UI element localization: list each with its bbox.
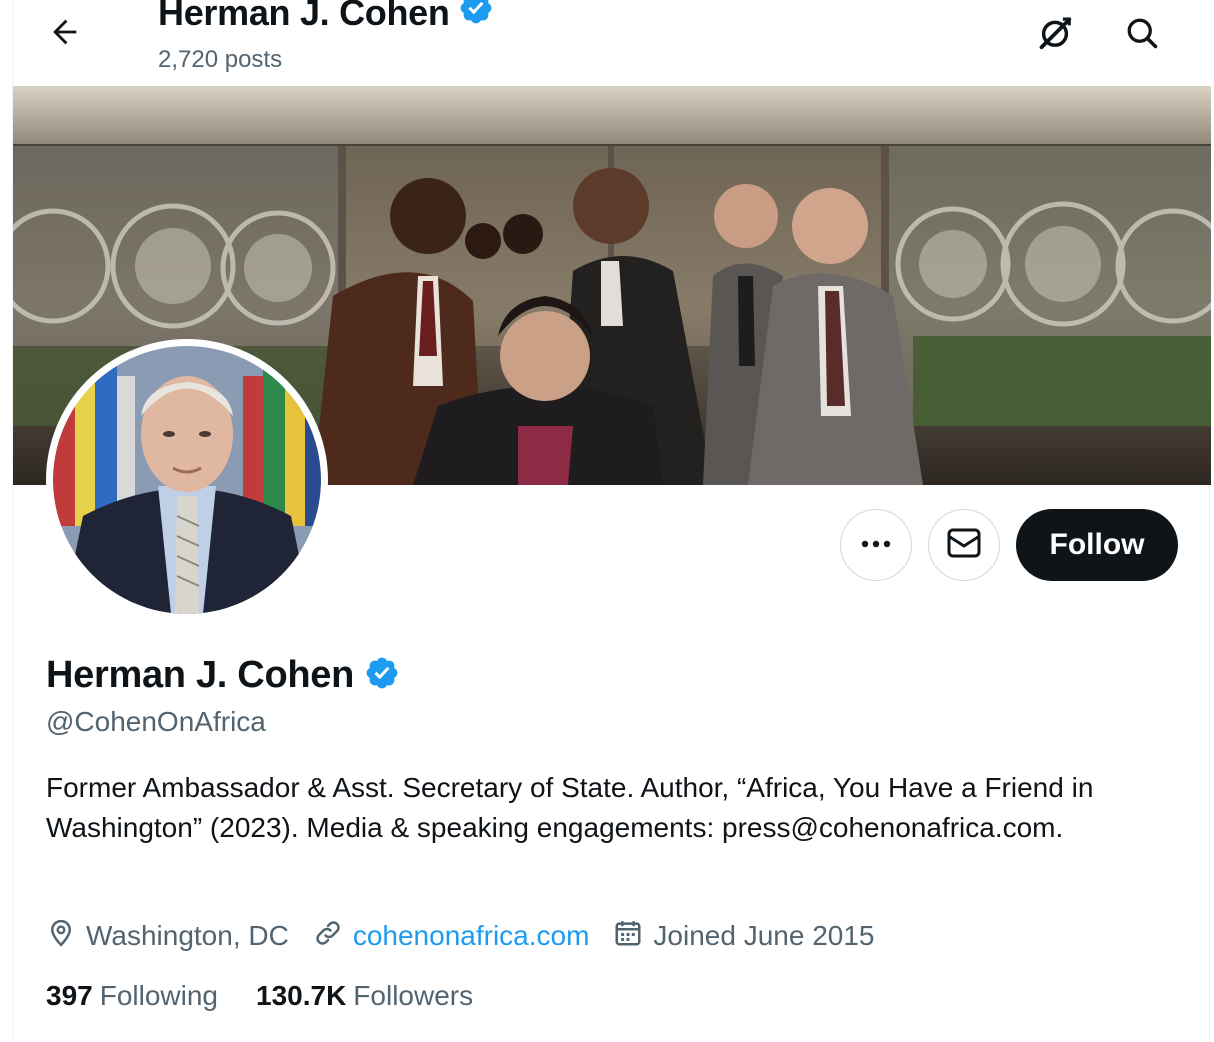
joined-text: Joined June 2015 bbox=[653, 920, 875, 951]
followers-count: 130.7K bbox=[256, 980, 347, 1011]
more-options-button[interactable] bbox=[840, 509, 912, 581]
header-post-count: 2,720 posts bbox=[158, 46, 283, 73]
profile-meta: Washington, DC cohenonafrica.com Joined … bbox=[46, 914, 898, 958]
calendar-icon bbox=[613, 918, 653, 955]
back-button[interactable] bbox=[41, 12, 89, 56]
profile-bio: Former Ambassador & Asst. Secretary of S… bbox=[46, 772, 1094, 843]
verified-badge-icon[interactable] bbox=[364, 655, 400, 696]
follow-button[interactable]: Follow bbox=[1016, 509, 1178, 581]
header-title: Herman J. Cohen bbox=[158, 0, 450, 33]
envelope-icon bbox=[947, 528, 981, 563]
followers-label: Followers bbox=[353, 980, 474, 1011]
message-button[interactable] bbox=[928, 509, 1000, 581]
arrow-left-icon bbox=[48, 15, 82, 54]
followers-link[interactable]: 130.7K Followers bbox=[256, 980, 473, 1012]
profile-stats: 397 Following 130.7K Followers bbox=[46, 980, 511, 1012]
profile-website: cohenonafrica.com bbox=[313, 918, 590, 955]
profile-joined: Joined June 2015 bbox=[613, 918, 874, 955]
search-icon bbox=[1124, 15, 1160, 56]
following-label: Following bbox=[99, 980, 218, 1011]
following-link[interactable]: 397 Following bbox=[46, 980, 218, 1012]
more-dots-icon bbox=[860, 536, 892, 554]
profile-header-bar: Herman J. Cohen 2,720 posts bbox=[13, 0, 1211, 86]
profile-name-row: Herman J. Cohen bbox=[46, 654, 400, 697]
grok-icon bbox=[1036, 14, 1074, 57]
search-button[interactable] bbox=[1119, 12, 1165, 58]
profile-avatar[interactable] bbox=[46, 339, 328, 621]
profile-location: Washington, DC bbox=[46, 918, 289, 955]
link-icon bbox=[313, 918, 353, 955]
following-count: 397 bbox=[46, 980, 93, 1011]
profile-name: Herman J. Cohen bbox=[46, 654, 355, 696]
verified-badge-icon bbox=[458, 0, 494, 35]
location-pin-icon bbox=[46, 918, 86, 955]
location-text: Washington, DC bbox=[86, 920, 289, 951]
header-title-row: Herman J. Cohen bbox=[158, 0, 494, 35]
profile-handle: @CohenOnAfrica bbox=[46, 706, 266, 737]
website-link[interactable]: cohenonafrica.com bbox=[353, 920, 590, 952]
grok-button[interactable] bbox=[1032, 12, 1078, 58]
profile-page: Herman J. Cohen 2,720 posts Follow Herma… bbox=[12, 0, 1211, 1042]
